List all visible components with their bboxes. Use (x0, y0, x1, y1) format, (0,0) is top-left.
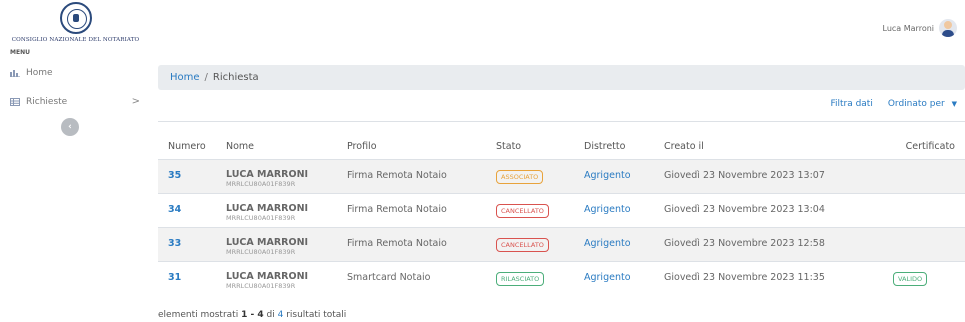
sidebar-item-label: Home (26, 68, 53, 78)
requester-name: LUCA MARRONI (226, 203, 309, 214)
profile-cell: Firma Remota Notaio (347, 238, 447, 249)
seal-icon (59, 2, 92, 34)
header-nome[interactable]: Nome (226, 141, 347, 152)
header-creato[interactable]: Creato il (664, 141, 890, 152)
filter-link[interactable]: Filtra dati (830, 99, 872, 109)
created-date: Giovedì 23 Novembre 2023 13:07 (664, 170, 825, 181)
breadcrumb: Home / Richiesta (158, 65, 965, 90)
district-link[interactable]: Agrigento (584, 170, 631, 181)
breadcrumb-separator: / (204, 72, 208, 83)
requester-name: LUCA MARRONI (226, 169, 309, 180)
created-date: Giovedì 23 Novembre 2023 12:58 (664, 238, 825, 249)
table-icon (10, 98, 21, 106)
sort-label: Ordinato per (887, 99, 945, 109)
requester-name: LUCA MARRONI (226, 237, 309, 248)
table-row[interactable]: 31 LUCA MARRONI MRRLCU80A01F839R Smartcard … (158, 261, 965, 295)
created-date: Giovedì 23 Novembre 2023 13:04 (664, 204, 825, 215)
header-numero[interactable]: Numero (158, 141, 226, 152)
summary-mid: di (266, 310, 275, 320)
certificate-badge: VALIDO (893, 272, 928, 286)
chevron-right-icon: > (131, 96, 140, 107)
toolbar: Filtra dati Ordinato per ▼ (830, 99, 957, 109)
fiscal-code: MRRLCU80A01F839R (226, 180, 296, 188)
district-link[interactable]: Agrigento (584, 238, 631, 249)
logo[interactable]: CONSIGLIO NAZIONALE DEL NOTARIATO (8, 2, 143, 43)
request-number-link[interactable]: 33 (168, 238, 181, 249)
district-link[interactable]: Agrigento (584, 272, 631, 283)
table-row[interactable]: 33 LUCA MARRONI MRRLCU80A01F839R Firma Remo… (158, 227, 965, 261)
header-certificato[interactable]: Certificato (890, 141, 965, 152)
summary-prefix: elementi mostrati (158, 310, 239, 320)
district-link[interactable]: Agrigento (584, 204, 631, 215)
request-number-link[interactable]: 31 (168, 272, 181, 283)
table-row[interactable]: 35 LUCA MARRONI MRRLCU80A01F839R Firma Remo… (158, 159, 965, 193)
user-name: Luca Marroni (882, 23, 934, 33)
created-date: Giovedì 23 Novembre 2023 11:35 (664, 272, 825, 283)
caret-down-icon: ▼ (951, 100, 957, 108)
sidebar-item-richieste[interactable]: Richieste > (10, 96, 140, 107)
request-number-link[interactable]: 34 (168, 204, 181, 215)
sidebar-item-label: Richieste (26, 97, 68, 107)
user-menu[interactable]: Luca Marroni (883, 19, 957, 37)
bar-chart-icon (10, 69, 21, 77)
status-badge: RILASCIATO (496, 272, 545, 286)
status-badge: CANCELLATO (496, 204, 549, 218)
summary-suffix: risultati totali (286, 310, 347, 320)
status-badge: ASSOCIATO (496, 170, 544, 184)
summary-range: 1 - 4 (241, 310, 264, 320)
sidebar: CONSIGLIO NAZIONALE DEL NOTARIATO MENU H… (0, 0, 150, 322)
sort-dropdown[interactable]: Ordinato per ▼ (888, 99, 957, 109)
pagination-summary: elementi mostrati 1 - 4 di 4 risultati t… (158, 310, 346, 320)
collapse-sidebar-button[interactable]: ‹ (61, 118, 79, 136)
header-distretto[interactable]: Distretto (584, 141, 664, 152)
breadcrumb-current: Richiesta (212, 72, 259, 83)
avatar[interactable] (939, 19, 957, 37)
profile-cell: Firma Remota Notaio (347, 204, 447, 215)
request-number-link[interactable]: 35 (168, 170, 181, 181)
sidebar-item-home[interactable]: Home (10, 68, 140, 78)
requester-name: LUCA MARRONI (226, 271, 309, 282)
breadcrumb-home-link[interactable]: Home (170, 72, 200, 83)
fiscal-code: MRRLCU80A01F839R (226, 282, 296, 290)
requests-table: Numero Nome Profilo Stato Distretto Crea… (158, 121, 965, 295)
menu-label: MENU (10, 49, 30, 56)
fiscal-code: MRRLCU80A01F839R (226, 214, 296, 222)
profile-cell: Firma Remota Notaio (347, 170, 447, 181)
status-badge: CANCELLATO (496, 238, 549, 252)
table-header: Numero Nome Profilo Stato Distretto Crea… (158, 121, 965, 159)
fiscal-code: MRRLCU80A01F839R (226, 248, 296, 256)
header-profilo[interactable]: Profilo (347, 141, 496, 152)
logo-text: CONSIGLIO NAZIONALE DEL NOTARIATO (11, 37, 140, 43)
header-stato[interactable]: Stato (496, 141, 584, 152)
table-row[interactable]: 34 LUCA MARRONI MRRLCU80A01F839R Firma Remo… (158, 193, 965, 227)
summary-total: 4 (277, 310, 284, 320)
profile-cell: Smartcard Notaio (347, 272, 431, 283)
